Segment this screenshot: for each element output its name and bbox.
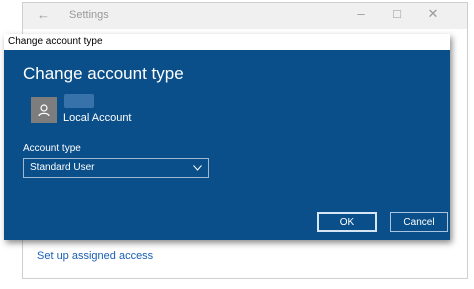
dialog-titlebar: Change account type: [4, 34, 450, 50]
maximize-icon[interactable]: □: [383, 6, 411, 21]
settings-titlebar: ← Settings – □ ✕: [23, 3, 467, 29]
account-name: Local Account: [63, 112, 132, 124]
change-account-type-dialog: Change account type Change account type …: [4, 34, 450, 240]
account-type-select[interactable]: Standard User: [23, 158, 209, 178]
account-type-label: Account type: [23, 143, 81, 154]
dialog-heading: Change account type: [23, 64, 184, 83]
avatar: [31, 97, 57, 123]
username-redacted: [64, 94, 94, 108]
user-icon: [38, 104, 50, 117]
settings-window-title: Settings: [69, 9, 109, 21]
cancel-button[interactable]: Cancel: [390, 212, 448, 232]
ok-button[interactable]: OK: [317, 212, 377, 232]
account-type-value: Standard User: [30, 162, 95, 173]
chevron-down-icon: [193, 165, 202, 171]
assigned-access-link[interactable]: Set up assigned access: [37, 250, 153, 262]
close-icon[interactable]: ✕: [419, 6, 447, 22]
back-arrow-icon[interactable]: ←: [37, 7, 50, 22]
minimize-icon[interactable]: –: [347, 6, 375, 21]
dialog-title: Change account type: [8, 36, 103, 47]
